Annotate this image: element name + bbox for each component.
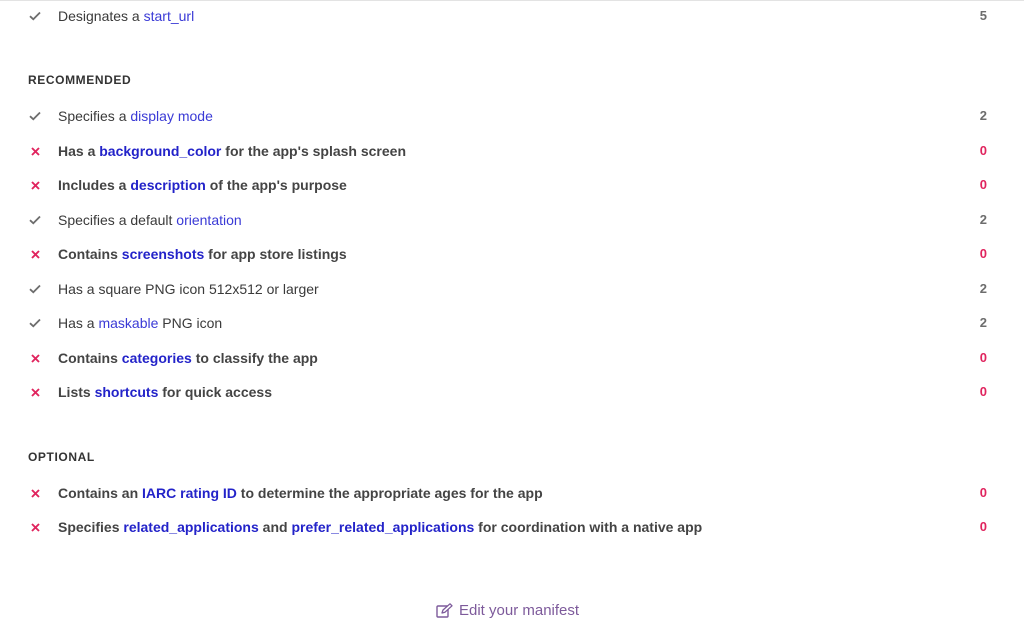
- check-item-text: Contains an IARC rating ID to determine …: [58, 485, 543, 501]
- check-item-description: Includes a description of the app's purp…: [0, 170, 1024, 200]
- check-item-screenshots: Contains screenshots for app store listi…: [0, 239, 1024, 269]
- cross-icon: [28, 351, 42, 365]
- section-heading-optional: OPTIONAL: [28, 450, 95, 464]
- categories-link[interactable]: categories: [122, 350, 192, 366]
- check-item-maskable-icon: Has a maskable PNG icon 2: [0, 308, 1024, 338]
- check-item-score: 0: [979, 246, 987, 261]
- check-item-square-icon: Has a square PNG icon 512x512 or larger …: [0, 274, 1024, 304]
- check-item-text: Has a background_color for the app's spl…: [58, 143, 407, 159]
- cross-icon: [28, 385, 42, 399]
- checkmark-icon: [28, 316, 42, 330]
- cross-icon: [28, 520, 42, 534]
- check-item-score: 2: [979, 315, 987, 330]
- check-item-orientation: Specifies a default orientation 2: [0, 205, 1024, 235]
- edit-manifest-label: Edit your manifest: [459, 602, 580, 619]
- checkmark-icon: [28, 213, 42, 227]
- check-item-score: 0: [979, 485, 987, 500]
- orientation-link[interactable]: orientation: [176, 212, 241, 228]
- check-item-score: 2: [979, 108, 987, 123]
- check-item-text: Has a square PNG icon 512x512 or larger: [58, 281, 319, 297]
- prefer-related-applications-link[interactable]: prefer_related_applications: [291, 519, 474, 535]
- cross-icon: [28, 144, 42, 158]
- check-item-score: 0: [979, 350, 987, 365]
- check-item-text: Specifies a display mode: [58, 108, 213, 124]
- maskable-link[interactable]: maskable: [98, 315, 158, 331]
- cross-icon: [28, 486, 42, 500]
- edit-icon: [436, 602, 453, 619]
- check-item-related-applications: Specifies related_applications and prefe…: [0, 512, 1024, 542]
- check-item-text: Has a maskable PNG icon: [58, 315, 223, 331]
- cross-icon: [28, 247, 42, 261]
- check-item-score: 0: [979, 143, 987, 158]
- check-item-score: 0: [979, 384, 987, 399]
- check-item-text: Designates a start_url: [58, 8, 195, 24]
- related-applications-link[interactable]: related_applications: [123, 519, 258, 535]
- check-item-shortcuts: Lists shortcuts for quick access 0: [0, 377, 1024, 407]
- check-item-text: Lists shortcuts for quick access: [58, 384, 272, 400]
- check-item-display-mode: Specifies a display mode 2: [0, 101, 1024, 131]
- iarc-rating-id-link[interactable]: IARC rating ID: [142, 485, 237, 501]
- checkmark-icon: [28, 109, 42, 123]
- display-mode-link[interactable]: display mode: [130, 108, 213, 124]
- cross-icon: [28, 178, 42, 192]
- background-color-link[interactable]: background_color: [99, 143, 221, 159]
- check-item-score: 5: [979, 8, 987, 23]
- check-item-score: 0: [979, 177, 987, 192]
- check-item-score: 0: [979, 519, 987, 534]
- check-item-text: Contains categories to classify the app: [58, 350, 318, 366]
- check-item-score: 2: [979, 212, 987, 227]
- edit-manifest-link[interactable]: Edit your manifest: [436, 602, 579, 619]
- check-item-score: 2: [979, 281, 987, 296]
- start-url-link[interactable]: start_url: [144, 8, 195, 24]
- check-item-background-color: Has a background_color for the app's spl…: [0, 136, 1024, 166]
- check-item-text: Includes a description of the app's purp…: [58, 177, 347, 193]
- section-heading-recommended: RECOMMENDED: [28, 73, 132, 87]
- checkmark-icon: [28, 282, 42, 296]
- check-item-text: Specifies a default orientation: [58, 212, 242, 228]
- check-item-text: Specifies related_applications and prefe…: [58, 519, 703, 535]
- checkmark-icon: [28, 9, 42, 23]
- check-item-categories: Contains categories to classify the app …: [0, 343, 1024, 373]
- screenshots-link[interactable]: screenshots: [122, 246, 204, 262]
- check-item-text: Contains screenshots for app store listi…: [58, 246, 347, 262]
- description-link[interactable]: description: [130, 177, 205, 193]
- check-item-start-url: Designates a start_url 5: [0, 1, 1024, 31]
- check-item-iarc-rating: Contains an IARC rating ID to determine …: [0, 478, 1024, 508]
- shortcuts-link[interactable]: shortcuts: [95, 384, 159, 400]
